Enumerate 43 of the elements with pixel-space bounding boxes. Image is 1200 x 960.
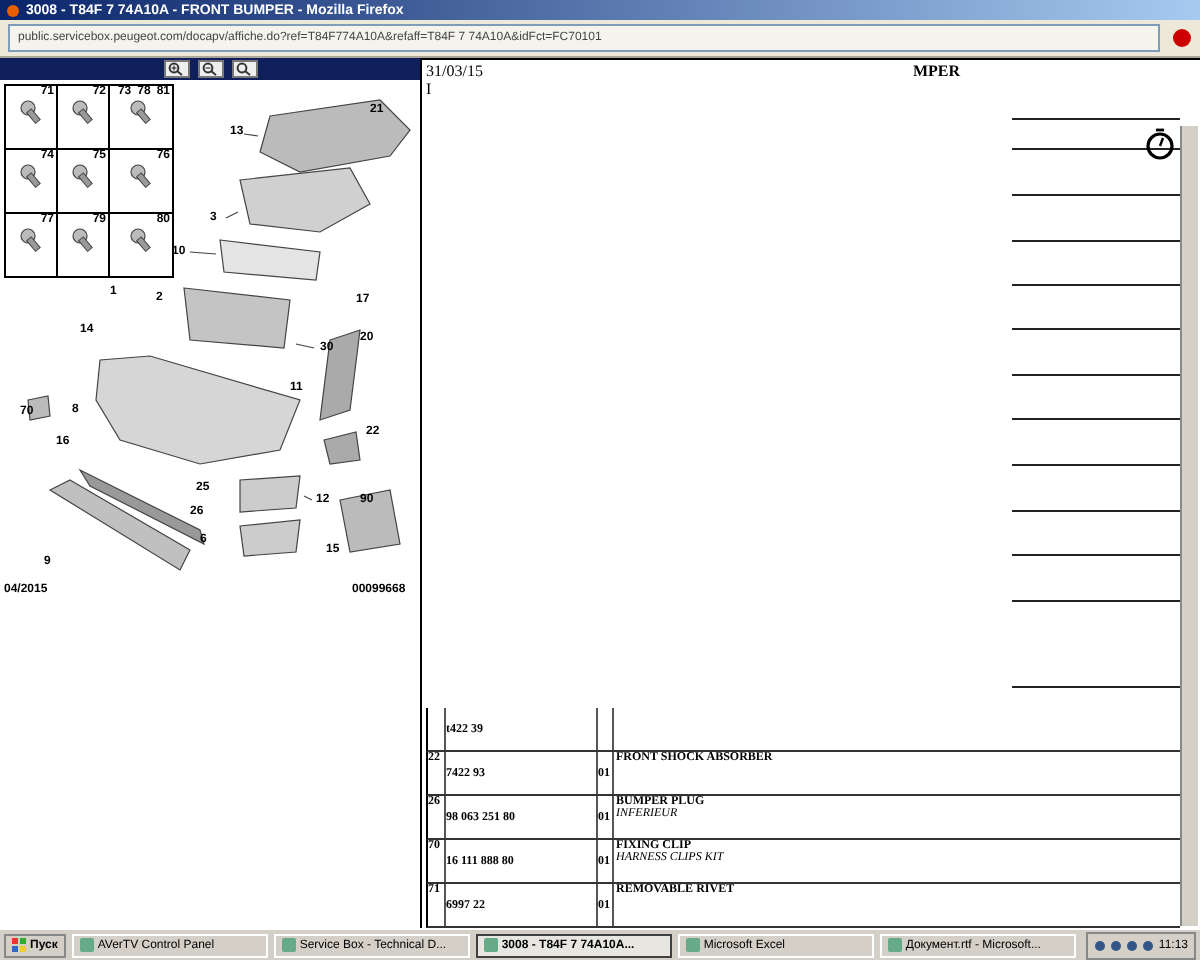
leader-line (295, 343, 315, 349)
fastener-icon (127, 98, 155, 126)
app-icon (483, 938, 498, 952)
stopwatch-icon (1144, 126, 1176, 160)
scrollbar[interactable] (1180, 126, 1198, 926)
app-icon (887, 938, 902, 952)
fastener-icon (127, 226, 155, 254)
windows-logo-icon (12, 938, 26, 952)
bumper-part-drawing (239, 519, 301, 557)
fastener-icon (17, 226, 45, 254)
app-icon (685, 938, 700, 952)
leader-line (243, 133, 259, 137)
app-icon (281, 938, 296, 952)
app-icon (79, 938, 94, 952)
leader-line (225, 211, 239, 219)
bumper-part-drawing (239, 475, 301, 513)
fastener-icon (17, 162, 45, 190)
zoom-out-icon (202, 62, 218, 76)
fastener-icon (17, 98, 45, 126)
fastener-icon (69, 162, 97, 190)
zoom-in-button[interactable] (163, 60, 189, 78)
document-heading: MPER (912, 62, 960, 80)
stop-icon[interactable] (1172, 28, 1192, 48)
bumper-part-drawing (183, 287, 291, 349)
fastener-icon (127, 162, 155, 190)
zoom-fit-icon (236, 62, 252, 76)
bumper-part-drawing (239, 167, 371, 233)
bumper-part-drawing (323, 431, 361, 465)
zoom-out-button[interactable] (197, 60, 223, 78)
leader-line (189, 251, 217, 255)
browser-icon (6, 3, 20, 17)
bumper-part-drawing (219, 239, 321, 281)
fastener-icon (69, 98, 97, 126)
leader-line (303, 495, 313, 501)
zoom-fit-button[interactable] (231, 60, 257, 78)
bumper-part-drawing (48, 479, 191, 571)
bumper-part-drawing (339, 489, 401, 553)
zoom-in-icon (168, 62, 184, 76)
bumper-part-drawing (319, 329, 361, 421)
document-mark: I (424, 80, 434, 98)
document-date: 31/03/15 (426, 62, 483, 80)
bumper-part-drawing (78, 468, 205, 546)
fastener-icon (69, 226, 97, 254)
